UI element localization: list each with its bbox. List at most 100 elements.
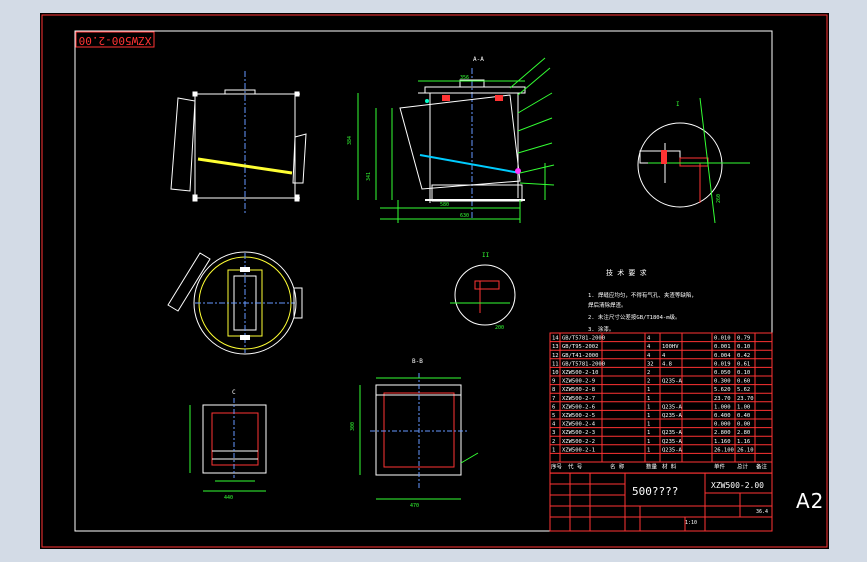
bom-cell-total: 1.00 bbox=[737, 404, 750, 410]
bom-cell-total: 0.60 bbox=[737, 379, 750, 385]
bom-cell-unit: 0.001 bbox=[714, 344, 731, 350]
bom-cell-total: 0.10 bbox=[737, 344, 750, 350]
bom-cell-total: 1.16 bbox=[737, 439, 750, 445]
bom-cell-material: Q235-A bbox=[662, 379, 683, 385]
tech-line-3: 2. 未注尺寸公差按GB/T1804-m级。 bbox=[588, 313, 681, 321]
bom-cell-code: XZW500-2-1 bbox=[562, 447, 595, 453]
bom-cell-qty: 2 bbox=[647, 379, 650, 385]
bom-cell-code: XZW500-2-2 bbox=[562, 439, 595, 445]
drawing-name: 500???? bbox=[632, 485, 678, 498]
dim-top: 356 bbox=[460, 75, 469, 81]
bom-cell-no: 13 bbox=[552, 344, 559, 350]
weight: 36.4 bbox=[756, 509, 768, 515]
section-aa-label: A-A bbox=[473, 56, 484, 63]
drawing-code-stamp: XZW500-2.00 bbox=[75, 31, 155, 48]
bom-cell-no: 14 bbox=[552, 336, 559, 342]
bom-cell-qty: 1 bbox=[647, 396, 650, 402]
front-view bbox=[170, 71, 307, 213]
bom-cell-code: XZW500-2-9 bbox=[562, 379, 595, 385]
bom-cell-unit: 0.000 bbox=[714, 422, 731, 428]
bom-cell-unit: 23.70 bbox=[714, 396, 731, 402]
dim-bottom-outer: 630 bbox=[460, 213, 469, 219]
bom-cell-total: 0.79 bbox=[737, 336, 750, 342]
tech-requirements: 技 术 要 求 1. 焊缝应均匀，不得有气孔、夹渣等缺陷， 焊后清除焊渣。 2.… bbox=[588, 268, 697, 333]
bom-cell-unit: 26.100 bbox=[714, 447, 734, 453]
bom-cell-material: Q235-A bbox=[662, 447, 683, 453]
bom-cell-code: XZW500-2-6 bbox=[562, 404, 595, 410]
bom-cell-material: Q235-A bbox=[662, 404, 683, 410]
tech-line-1: 1. 焊缝应均匀，不得有气孔、夹渣等缺陷， bbox=[588, 291, 697, 299]
bom-cell-no: 9 bbox=[552, 379, 555, 385]
bom-cell-no: 10 bbox=[552, 370, 559, 376]
bom-cell-code: GB/T41-2000 bbox=[562, 353, 598, 359]
bom-cell-total: 5.62 bbox=[737, 387, 750, 393]
bom-cell-qty: 2 bbox=[647, 370, 650, 376]
bom-cell-no: 7 bbox=[552, 396, 555, 402]
bom-cell-total: 0.42 bbox=[737, 353, 750, 359]
stamp-text: XZW500-2.00 bbox=[79, 34, 152, 47]
cad-drawing: XZW500-2.00 A-A 356 580 630 384 341 I 26… bbox=[41, 14, 828, 548]
inner-frame bbox=[74, 30, 773, 532]
bom-cell-code: XZW500-2-10 bbox=[562, 370, 598, 376]
bom-cell-unit: 0.400 bbox=[714, 413, 731, 419]
bom-cell-unit: 0.004 bbox=[714, 353, 731, 359]
bom-cell-qty: 1 bbox=[647, 404, 650, 410]
view-c-dim: 440 bbox=[224, 495, 233, 501]
detail-ii-view: II 200 bbox=[450, 252, 516, 331]
bom-cell-code: XZW500-2-8 bbox=[562, 387, 595, 393]
section-aa-view: A-A 356 580 630 384 341 bbox=[347, 56, 555, 223]
detail-ii-label: II bbox=[482, 252, 490, 259]
bom-cell-qty: 1 bbox=[647, 447, 650, 453]
bom-header-total: 总计 bbox=[737, 463, 749, 471]
bom-cell-no: 2 bbox=[552, 439, 555, 445]
dim-height: 384 bbox=[347, 136, 353, 145]
bom-cell-code: XZW500-2-3 bbox=[562, 430, 595, 436]
detail-i-label: I bbox=[676, 101, 680, 108]
bom-cell-code: GB/T5781-2000 bbox=[562, 361, 605, 367]
bom-header-code: 代 号 bbox=[568, 463, 583, 471]
bom-cell-qty: 4 bbox=[647, 336, 651, 342]
bom-header-name: 名 称 bbox=[610, 463, 625, 471]
bom-header-unit: 单件 bbox=[714, 463, 726, 471]
bom-cell-qty: 4 bbox=[647, 344, 651, 350]
tech-heading: 技 术 要 求 bbox=[606, 268, 647, 277]
bom-header-note: 备注 bbox=[756, 463, 768, 471]
bom-cell-unit: 5.620 bbox=[714, 387, 731, 393]
view-c: C 440 bbox=[189, 389, 267, 501]
tech-line-2: 焊后清除焊渣。 bbox=[588, 301, 627, 309]
bom-cell-material: Q235-A bbox=[662, 430, 683, 436]
bom-cell-total: 26.10 bbox=[737, 447, 754, 453]
bom-cell-no: 5 bbox=[552, 413, 555, 419]
section-bb-view: B-B 470 300 bbox=[350, 358, 479, 509]
bom-cell-code: GB/T5781-2000 bbox=[562, 336, 605, 342]
bom-cell-unit: 0.300 bbox=[714, 379, 731, 385]
bom-cell-qty: 1 bbox=[647, 430, 650, 436]
bom-cell-code: GB/T95-2002 bbox=[562, 344, 598, 350]
bom-cell-unit: 2.800 bbox=[714, 430, 731, 436]
bom-cell-code: XZW500-2-7 bbox=[562, 396, 595, 402]
bom-cell-unit: 0.019 bbox=[714, 361, 731, 367]
drawing-number: XZW500-2.00 bbox=[711, 481, 764, 490]
bom-cell-no: 1 bbox=[552, 447, 555, 453]
bom-header-no: 序号 bbox=[551, 463, 563, 471]
bom-cell-no: 12 bbox=[552, 353, 559, 359]
dim-height-2: 341 bbox=[366, 172, 372, 181]
bom-cell-material: Q235-A bbox=[662, 439, 683, 445]
bom-cell-material: Q235-A bbox=[662, 413, 683, 419]
bom-cell-no: 11 bbox=[552, 361, 559, 367]
bom-cell-total: 23.70 bbox=[737, 396, 754, 402]
section-bb-label: B-B bbox=[412, 358, 423, 365]
bom-cell-no: 3 bbox=[552, 430, 555, 436]
detail-i-view: I 260 bbox=[637, 97, 750, 224]
tech-line-4: 3. 涂漆。 bbox=[588, 325, 614, 333]
bom-cell-qty: 32 bbox=[647, 361, 654, 367]
bom-cell-qty: 4 bbox=[647, 353, 651, 359]
bom-cell-code: XZW500-2-4 bbox=[562, 422, 596, 428]
bom-cell-total: 2.80 bbox=[737, 430, 750, 436]
bom-cell-unit: 0.050 bbox=[714, 370, 731, 376]
bom-cell-qty: 1 bbox=[647, 439, 650, 445]
top-plan-view bbox=[167, 251, 303, 355]
bom-cell-qty: 1 bbox=[647, 413, 650, 419]
bom-cell-total: 0.61 bbox=[737, 361, 750, 367]
section-bb-dim-v: 300 bbox=[350, 422, 356, 431]
